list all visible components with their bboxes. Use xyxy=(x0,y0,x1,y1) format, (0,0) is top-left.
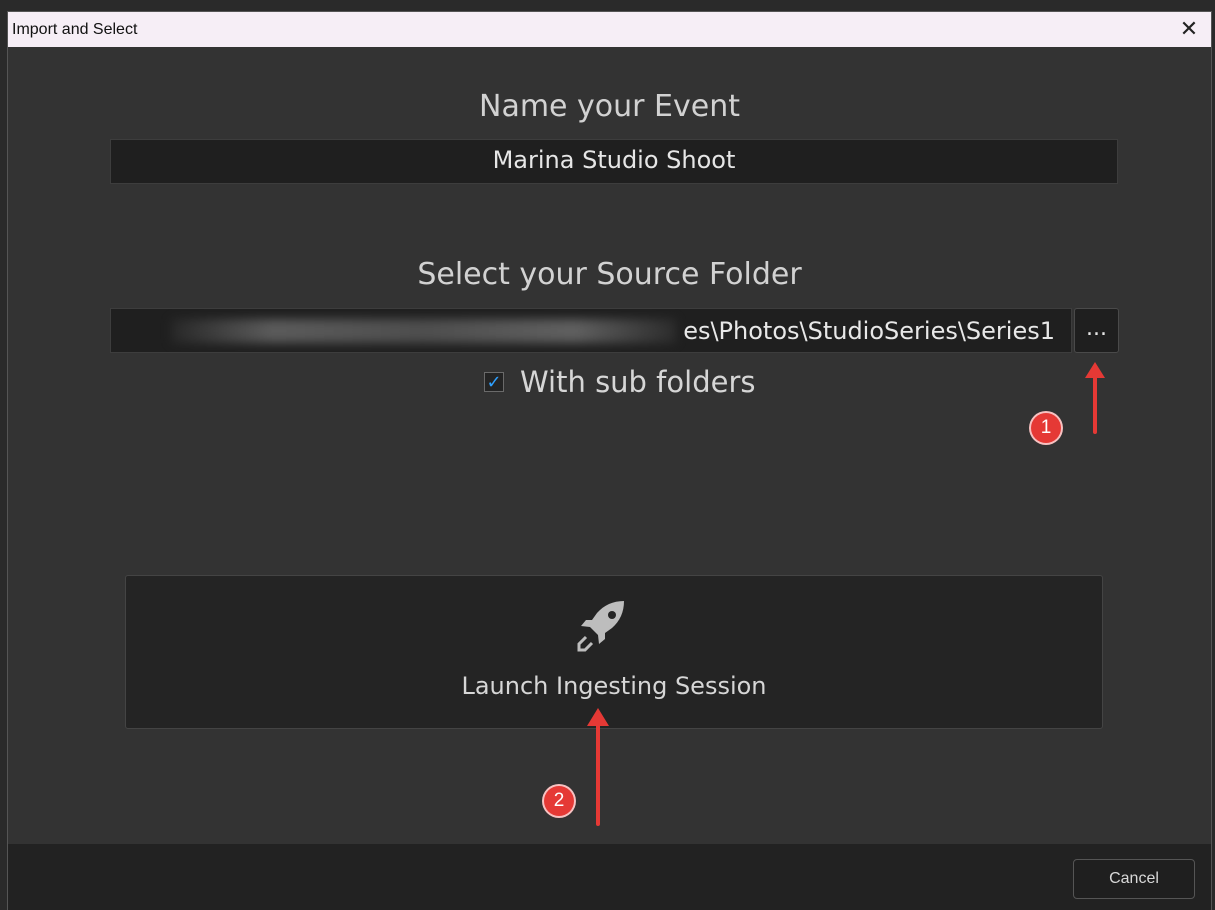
subfolders-checkbox[interactable]: ✓ xyxy=(484,372,504,393)
source-heading: Select your Source Folder xyxy=(417,257,802,292)
launch-label: Launch Ingesting Session xyxy=(461,672,767,700)
source-path-text: es\Photos\StudioSeries\Series1 xyxy=(683,317,1055,345)
annotation-arrow-2 xyxy=(587,708,609,826)
window-title: Import and Select xyxy=(12,21,138,38)
event-name-input[interactable] xyxy=(111,140,1117,183)
source-folder-field[interactable]: es\Photos\StudioSeries\Series1 xyxy=(110,308,1072,353)
annotation-arrow-1 xyxy=(1085,362,1105,434)
annotation-badge-1: 1 xyxy=(1031,413,1061,443)
blurred-path-segment xyxy=(171,319,676,343)
title-bar: Import and Select ✕ xyxy=(8,12,1211,47)
subfolders-label: With sub folders xyxy=(520,365,756,399)
event-name-field[interactable] xyxy=(110,139,1118,184)
rocket-icon xyxy=(577,601,624,652)
event-heading: Name your Event xyxy=(479,89,740,124)
close-icon[interactable]: ✕ xyxy=(1177,16,1201,42)
subfolders-option[interactable]: ✓ With sub folders xyxy=(484,365,755,399)
cancel-button[interactable]: Cancel xyxy=(1073,859,1195,899)
browse-folder-button[interactable]: ... xyxy=(1074,308,1119,353)
launch-session-button[interactable]: Launch Ingesting Session xyxy=(125,575,1103,729)
annotation-badge-2: 2 xyxy=(544,786,574,816)
dialog-footer: Cancel xyxy=(8,844,1211,910)
